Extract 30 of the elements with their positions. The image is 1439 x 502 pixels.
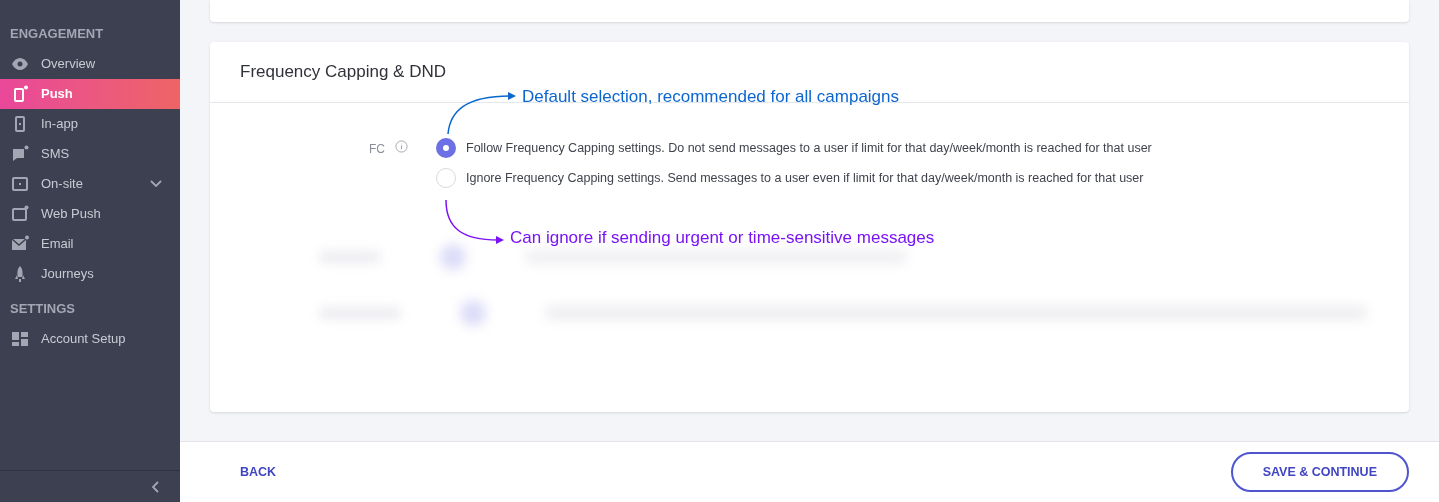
sidebar-item[interactable]: SMS: [0, 139, 180, 169]
sidebar-item[interactable]: Email: [0, 229, 180, 259]
back-button[interactable]: BACK: [230, 454, 287, 490]
chat-icon: [11, 145, 29, 163]
phone-icon: [11, 85, 29, 103]
radio-label: Follow Frequency Capping settings. Do not send messages to a user if limit for that day/week/month is reached for that user: [466, 139, 1152, 157]
browser-icon: [11, 205, 29, 223]
section-heading: ENGAGEMENT: [9, 25, 105, 43]
radio-button[interactable]: [436, 138, 456, 158]
sidebar-item[interactable]: Journeys: [0, 259, 180, 289]
mail-icon: [11, 235, 29, 253]
eye-icon: [11, 55, 29, 73]
dashboard-icon: [11, 330, 29, 348]
sidebar-item[interactable]: Push: [0, 79, 180, 109]
info-icon: [395, 140, 408, 153]
sidebar-item[interactable]: In-app: [0, 109, 180, 139]
sidebar-item[interactable]: On-site: [0, 169, 180, 199]
radio-button[interactable]: [436, 168, 456, 188]
save-continue-button[interactable]: SAVE & CONTINUE: [1230, 452, 1409, 492]
sidebar-item[interactable]: Overview: [0, 49, 180, 79]
annotation-text: Can ignore if sending urgent or time-sensitive messages: [510, 226, 935, 249]
annotation-text: Default selection, recommended for all campaigns: [522, 86, 900, 108]
field-label: FC: [369, 141, 385, 158]
window-icon: [11, 175, 29, 193]
radio-label: Ignore Frequency Capping settings. Send messages to a user even if limit for that day/week/month is reached for that user: [466, 169, 1144, 187]
sidebar-item[interactable]: Account Setup: [0, 324, 180, 354]
section-heading: SETTINGS: [9, 300, 76, 318]
sidebar-item[interactable]: Web Push: [0, 199, 180, 229]
card-title: Frequency Capping & DND: [240, 61, 446, 84]
collapse-icon[interactable]: [152, 480, 160, 493]
